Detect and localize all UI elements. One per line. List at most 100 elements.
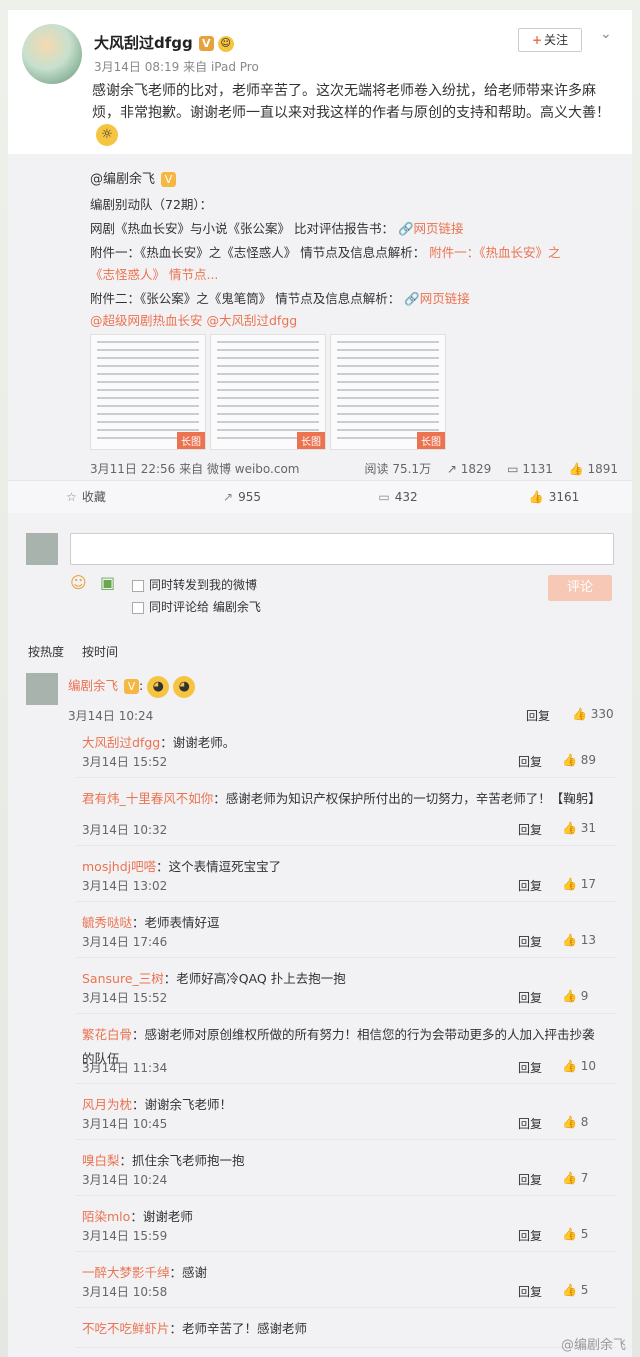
web-link-1[interactable]: 🔗网页链接 [398, 221, 464, 236]
reply-time: 3月14日 10:58 [82, 1285, 168, 1299]
commenter-name[interactable]: 编剧余飞 [68, 678, 118, 693]
reply-like-button[interactable]: 👍 9 [562, 989, 588, 1003]
reply-like-button[interactable]: 👍 8 [562, 1115, 588, 1129]
repost-button[interactable]: ↗ 955 [164, 481, 320, 513]
sun-emoji-icon: ☼ [96, 124, 118, 146]
repost-line3: 附件一：《热血长安》之《志怪惑人》 情节点及信息点解析： [90, 245, 426, 260]
reply-like-button[interactable]: 👍 7 [562, 1171, 588, 1185]
reply-item: 不吃不吃鲜虾片：老师辛苦了！感谢老师 [76, 1307, 616, 1348]
reply-like-count: 10 [580, 1059, 597, 1073]
mention-2[interactable]: @大风刮过dfgg [207, 313, 298, 328]
reply-button[interactable]: 回复 [518, 1171, 542, 1188]
thumbnail-3[interactable]: 长图 [330, 334, 446, 450]
reply-author[interactable]: 不吃不吃鲜虾片 [82, 1321, 170, 1336]
attachment1-link[interactable]: 附件一：《热血长安》之 [429, 245, 560, 260]
chevron-down-icon[interactable]: ⌄ [600, 26, 612, 42]
commenter-avatar[interactable] [26, 673, 58, 705]
comment-like-button[interactable]: 👍 330 [572, 707, 614, 721]
thumbs-up-icon: 👍 [562, 1227, 581, 1241]
comment-to-checkbox[interactable]: 同时评论给 编剧余飞 [132, 598, 261, 615]
repost-line1: 编剧别动队（72期）： [90, 197, 213, 212]
reply-like-button[interactable]: 👍 5 [562, 1227, 588, 1241]
reply-button[interactable]: 回复 [518, 933, 542, 950]
reply-button[interactable]: 回复 [518, 989, 542, 1006]
reply-author[interactable]: 大风刮过dfgg [82, 735, 160, 750]
web-link-2[interactable]: 🔗网页链接 [404, 291, 470, 306]
comment-input[interactable] [70, 533, 614, 565]
sort-by-time[interactable]: 按时间 [82, 645, 118, 659]
reply-like-button[interactable]: 👍 10 [562, 1059, 596, 1073]
reply-author[interactable]: 嗅白梨 [82, 1153, 120, 1168]
reply-author[interactable]: mosjhdj吧嗒 [82, 859, 156, 874]
image-upload-icon[interactable]: ▣ [100, 573, 115, 592]
author-name[interactable]: 大风刮过dfgg [94, 34, 193, 52]
thumbnail-1[interactable]: 长图 [90, 334, 206, 450]
thumbnail-2[interactable]: 长图 [210, 334, 326, 450]
reply-item: 君有炜_十里春风不如你：感谢老师为知识产权保护所付出的一切努力，辛苦老师了！【鞠… [76, 777, 616, 846]
repost-line2: 网剧《热血长安》与小说《张公案》 比对评估报告书： [90, 221, 394, 236]
repost-author[interactable]: @编剧余飞 [90, 172, 155, 187]
reply-text: ：老师好高冷QAQ 扑上去抱一抱 [163, 971, 346, 986]
emoji-picker-icon[interactable]: ☺ [70, 573, 87, 592]
long-image-badge: 长图 [417, 432, 445, 449]
reply-like-button[interactable]: 👍 13 [562, 933, 596, 947]
reply-author[interactable]: 陌染mlo [82, 1209, 130, 1224]
reply-like-count: 8 [580, 1115, 589, 1129]
reply-author[interactable]: 风月为枕 [82, 1097, 132, 1112]
reply-time: 3月14日 15:52 [82, 991, 168, 1005]
reply-button[interactable]: 回复 [518, 1059, 542, 1076]
reply-item: 陌染mlo：谢谢老师 3月14日 15:59 回复 👍 5 [76, 1195, 616, 1252]
post-card: 大风刮过dfgg V ☺ + 关注 ⌄ 3月14日 08:19 来自 iPad Pro… [8, 10, 632, 480]
repost-stats: 阅读 75.1万 ↗ 1829 ▭ 1131 👍 1891 [353, 460, 618, 477]
reply-item: Sansure_三树：老师好高冷QAQ 扑上去抱一抱 3月14日 15:52 回复 👍… [76, 957, 616, 1014]
reply-like-button[interactable]: 👍 31 [562, 821, 596, 835]
like-button[interactable]: 👍 3161 [476, 481, 632, 513]
reply-time: 3月14日 10:45 [82, 1117, 168, 1131]
reply-author[interactable]: 繁花白骨 [82, 1027, 132, 1042]
verified-icon: V [161, 172, 177, 187]
reply-button[interactable]: 回复 [518, 821, 542, 838]
repost-line5: 附件二：《张公案》之《鬼笔筒》 情节点及信息点解析： [90, 291, 401, 306]
submit-comment-button[interactable]: 评论 [548, 575, 612, 601]
post-time[interactable]: 3月14日 08:19 [94, 60, 179, 74]
reply-time: 3月14日 10:24 [82, 1173, 168, 1187]
reply-time: 3月14日 10:32 [82, 823, 168, 837]
sort-by-hot[interactable]: 按热度 [28, 645, 64, 659]
reply-like-button[interactable]: 👍 17 [562, 877, 596, 891]
reply-author[interactable]: 一醉大梦影千绰 [82, 1265, 170, 1280]
thumbs-up-icon: 👍 [562, 1059, 581, 1073]
like-count[interactable]: 👍 1891 [569, 462, 618, 476]
reply-button[interactable]: 回复 [518, 753, 542, 770]
verified-icon: V [198, 36, 214, 51]
reply-author[interactable]: 君有炜_十里春风不如你 [82, 791, 213, 806]
repost-checkbox[interactable]: 同时转发到我的微博 [132, 576, 257, 593]
author-avatar[interactable] [22, 24, 82, 84]
reply-like-button[interactable]: 👍 5 [562, 1283, 588, 1297]
thumbs-up-icon: 👍 [562, 821, 581, 835]
reply-like-count: 9 [580, 989, 589, 1003]
repost-time[interactable]: 3月11日 22:56 [90, 462, 175, 476]
comment-button[interactable]: ▭ 432 [320, 481, 476, 513]
emoji-icon: ◕ [147, 675, 170, 698]
reply-button[interactable]: 回复 [518, 877, 542, 894]
reply-button[interactable]: 回复 [518, 1227, 542, 1244]
reply-author[interactable]: 毓秀哒哒 [82, 915, 132, 930]
favorite-button[interactable]: ☆ 收藏 [8, 481, 164, 513]
reply-author[interactable]: Sansure_三树 [82, 971, 164, 986]
attachment1-link-cont[interactable]: 《志怪惑人》 情节点... [90, 267, 218, 282]
reply-like-count: 31 [580, 821, 597, 835]
reply-time: 3月14日 13:02 [82, 879, 168, 893]
reply-text: ：谢谢余飞老师！ [132, 1097, 233, 1112]
reply-time: 3月14日 11:34 [82, 1061, 168, 1075]
reply-button[interactable]: 回复 [518, 1115, 542, 1132]
thumbs-up-icon: 👍 [528, 490, 544, 504]
mention-1[interactable]: @超级网剧热血长安 [90, 313, 203, 328]
comment-count[interactable]: ▭ 1131 [507, 462, 553, 476]
follow-button[interactable]: + 关注 [518, 28, 582, 52]
long-image-badge: 长图 [297, 432, 325, 449]
reply-time: 3月14日 17:46 [82, 935, 168, 949]
reply-button[interactable]: 回复 [518, 1283, 542, 1300]
reply-like-button[interactable]: 👍 89 [562, 753, 596, 767]
repost-count[interactable]: ↗ 1829 [447, 462, 491, 476]
action-bar: ☆ 收藏 ↗ 955 ▭ 432 👍 3161 [8, 480, 632, 514]
